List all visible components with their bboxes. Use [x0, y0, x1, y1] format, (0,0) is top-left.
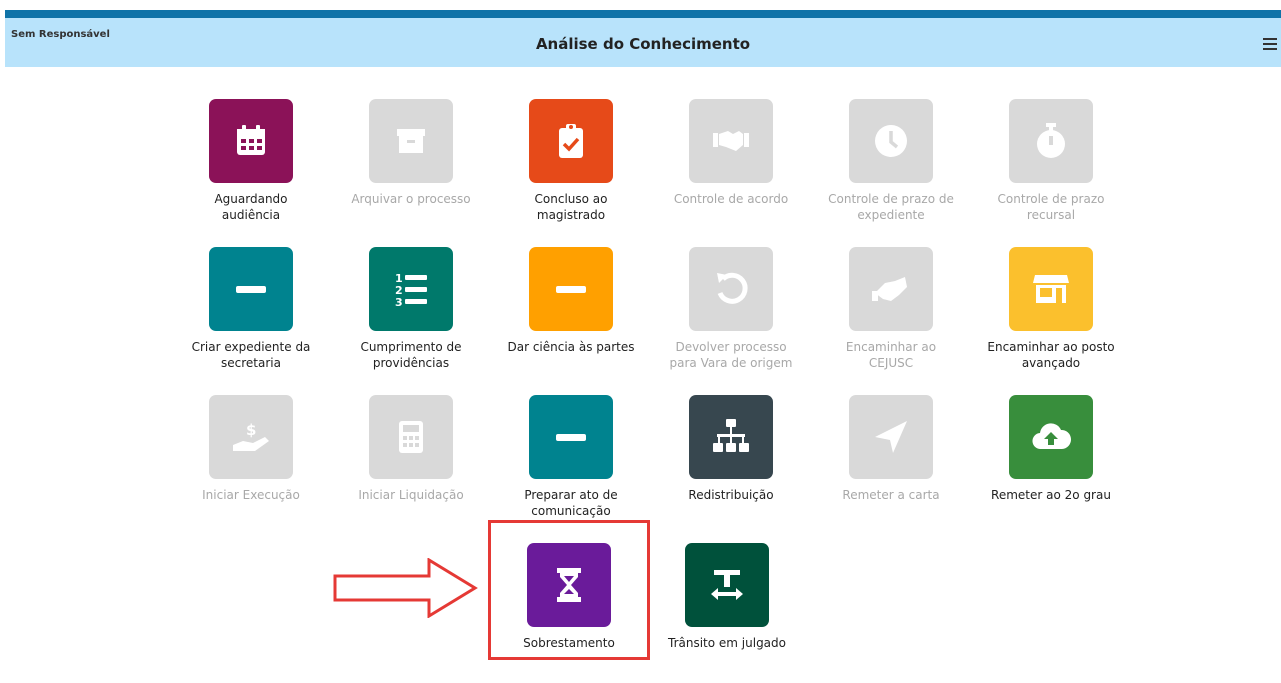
location-arrow-icon: [849, 395, 933, 479]
tile-label: Iniciar Liquidação: [358, 488, 464, 502]
tile-label: Devolver processo para Vara de origem: [669, 340, 793, 370]
tile-label: Remeter ao 2o grau: [991, 488, 1111, 502]
svg-text:$: $: [246, 421, 256, 439]
tile-iniciar-liquidacao[interactable]: Iniciar Liquidação: [346, 395, 476, 535]
tile-label: Remeter a carta: [842, 488, 940, 502]
clock-icon: [849, 99, 933, 183]
store-icon: [1009, 247, 1093, 331]
tile-iniciar-execucao[interactable]: $ Iniciar Execução: [186, 395, 316, 535]
handshake-icon: [689, 99, 773, 183]
top-accent-bar: [5, 10, 1281, 18]
tile-redistribuicao[interactable]: Redistribuição: [666, 395, 796, 535]
tile-encaminhar-ao-posto-avancado[interactable]: Encaminhar ao posto avançado: [986, 247, 1116, 387]
svg-text:3: 3: [395, 296, 403, 309]
calendar-icon: [209, 99, 293, 183]
tile-cumprimento-de-providencias[interactable]: 123 Cumprimento de providências: [346, 247, 476, 387]
tile-controle-de-prazo-de-expediente[interactable]: Controle de prazo de expediente: [826, 99, 956, 239]
tile-encaminhar-ao-cejusc[interactable]: Encaminhar ao CEJUSC: [826, 247, 956, 387]
tile-controle-de-acordo[interactable]: Controle de acordo: [666, 99, 796, 239]
tile-label: Redistribuição: [688, 488, 774, 502]
text-width-icon: [685, 543, 769, 627]
tile-label: Concluso ao magistrado: [534, 192, 608, 222]
tile-arquivar-o-processo[interactable]: Arquivar o processo: [346, 99, 476, 239]
tile-label: Cumprimento de providências: [360, 340, 462, 370]
hand-dollar-icon: $: [209, 395, 293, 479]
tile-label: Trânsito em julgado: [668, 636, 786, 650]
tile-label: Criar expediente da secretaria: [191, 340, 311, 370]
tile-criar-expediente-da-secretaria[interactable]: Criar expediente da secretaria: [186, 247, 316, 387]
tile-remeter-a-carta[interactable]: Remeter a carta: [826, 395, 956, 535]
tile-label: Controle de prazo recursal: [997, 192, 1105, 222]
tile-label: Dar ciência às partes: [507, 340, 635, 354]
numbered-list-icon: 123: [369, 247, 453, 331]
red-arrow-annotation: [333, 558, 478, 618]
highlight-box: [488, 520, 650, 660]
hamburger-menu-icon[interactable]: [1263, 38, 1277, 52]
page-header: Sem Responsável Análise do Conhecimento: [5, 18, 1281, 67]
page-title: Análise do Conhecimento: [535, 35, 751, 53]
tile-label: Preparar ato de comunicação: [524, 488, 618, 518]
tile-transito-em-julgado[interactable]: Trânsito em julgado: [662, 543, 792, 683]
cloud-upload-icon: [1009, 395, 1093, 479]
tile-label: Controle de acordo: [673, 192, 789, 206]
tile-label: Encaminhar ao posto avançado: [987, 340, 1115, 370]
tile-label: Aguardando audiência: [214, 192, 288, 222]
tile-controle-de-prazo-recursal[interactable]: Controle de prazo recursal: [986, 99, 1116, 239]
tile-remeter-ao-2o-grau[interactable]: Remeter ao 2o grau: [986, 395, 1116, 535]
tile-devolver-processo[interactable]: Devolver processo para Vara de origem: [666, 247, 796, 387]
tile-preparar-ato-de-comunicacao[interactable]: Preparar ato de comunicação: [506, 395, 636, 535]
tile-aguardando-audiencia[interactable]: Aguardando audiência: [186, 99, 316, 239]
handshake-icon: [849, 247, 933, 331]
archive-icon: [369, 99, 453, 183]
tile-label: Arquivar o processo: [351, 192, 471, 206]
undo-icon: [689, 247, 773, 331]
tile-label: Controle de prazo de expediente: [828, 192, 954, 222]
minus-icon: [529, 247, 613, 331]
tile-label: Iniciar Execução: [202, 488, 300, 502]
calculator-icon: [369, 395, 453, 479]
clipboard-check-icon: [529, 99, 613, 183]
tile-label: Encaminhar ao CEJUSC: [845, 340, 937, 370]
tile-concluso-ao-magistrado[interactable]: Concluso ao magistrado: [506, 99, 636, 239]
tile-dar-ciencia-as-partes[interactable]: Dar ciência às partes: [506, 247, 636, 387]
top-strip: [0, 0, 1281, 10]
sitemap-icon: [689, 395, 773, 479]
minus-icon: [209, 247, 293, 331]
stopwatch-icon: [1009, 99, 1093, 183]
minus-icon: [529, 395, 613, 479]
